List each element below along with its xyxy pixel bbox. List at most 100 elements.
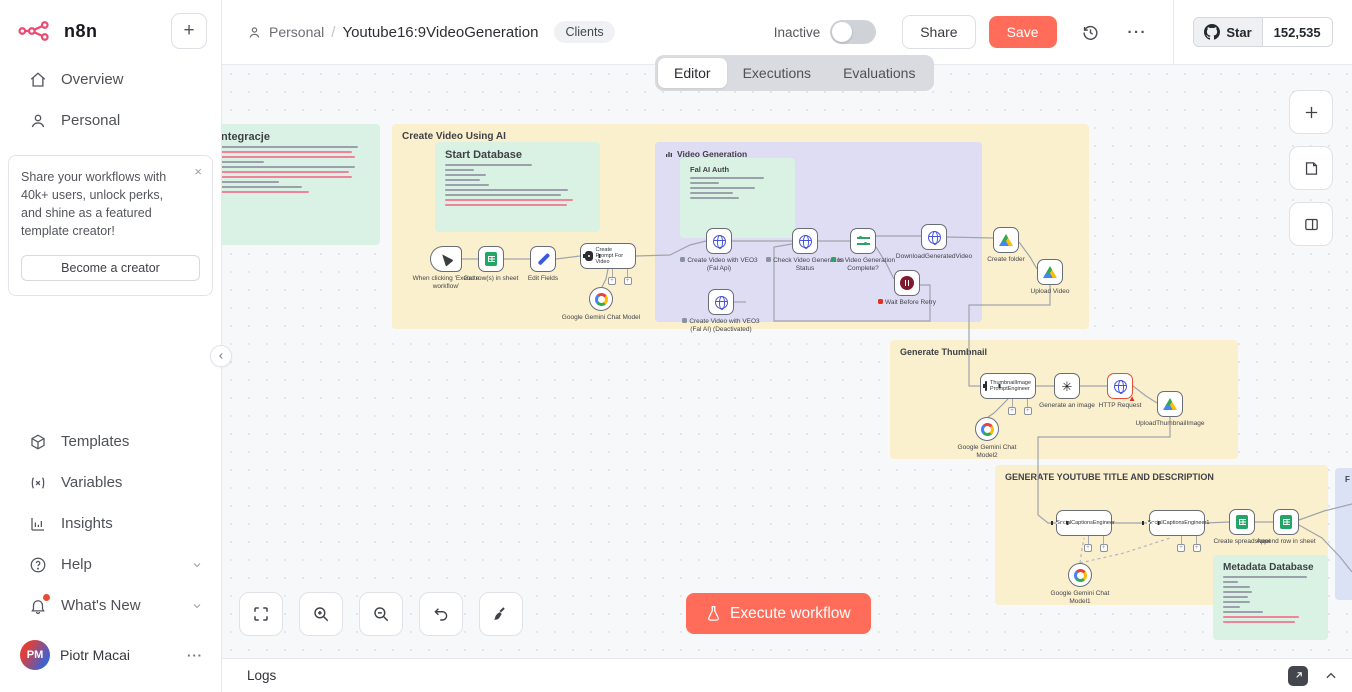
node-append-row[interactable] <box>1273 509 1299 535</box>
add-workflow-button[interactable]: + <box>171 13 207 49</box>
close-icon[interactable]: × <box>194 164 202 179</box>
node-create-prompt[interactable]: Create Prompt For Video <box>580 243 636 269</box>
sidebar-item-whats-new[interactable]: What's New <box>0 585 221 626</box>
logs-bar[interactable]: Logs <box>222 658 1352 692</box>
sub-endpoint-memory[interactable]: + <box>608 277 616 285</box>
node-upload-thumb[interactable] <box>1157 391 1183 417</box>
google-icon <box>595 293 608 306</box>
node-check-status[interactable] <box>792 228 818 254</box>
execute-workflow-button[interactable]: Execute workflow <box>686 593 871 634</box>
tidy-up-button[interactable] <box>479 592 523 636</box>
sub-endpoint-memory[interactable]: + <box>1008 407 1016 415</box>
sub-endpoint-memory[interactable]: + <box>1177 544 1185 552</box>
workflow-canvas[interactable]: Create Video Using AIVideo GenerationInt… <box>222 65 1352 658</box>
node-social-1[interactable]: SocialCaptionsEngineer <box>1056 510 1112 536</box>
sticky-note-text-line <box>690 177 764 179</box>
main-area: Personal / Youtube16:9VideoGeneration Cl… <box>222 0 1352 692</box>
node-wait-retry[interactable] <box>894 270 920 296</box>
sidebar-item-help[interactable]: Help <box>0 544 221 585</box>
user-menu-row[interactable]: PM Piotr Macai ··· <box>0 626 221 688</box>
node-gemini-3[interactable] <box>1068 563 1092 587</box>
sidebar-collapse-button[interactable] <box>210 345 232 367</box>
node-get-rows[interactable] <box>478 246 504 272</box>
sub-endpoint-tool[interactable]: + <box>1193 544 1201 552</box>
node-veo3-deactivated[interactable] <box>708 289 734 315</box>
expand-logs-icon[interactable] <box>1324 669 1338 683</box>
fit-view-button[interactable] <box>239 592 283 636</box>
github-star-wrap: Star 152,535 <box>1174 17 1352 47</box>
add-node-button[interactable] <box>1289 90 1333 134</box>
sub-endpoint-tool[interactable]: + <box>624 277 632 285</box>
sticky-note-text-line <box>690 182 719 184</box>
sticky-note-text-line <box>222 151 352 153</box>
node-create-spreadsheet[interactable] <box>1229 509 1255 535</box>
node-gemini-1[interactable] <box>589 287 613 311</box>
promo-text: Share your workflows with 40k+ users, un… <box>21 168 171 241</box>
sticky-note-text-line <box>1223 596 1248 598</box>
more-options-icon[interactable]: ··· <box>1128 24 1148 41</box>
history-icon[interactable] <box>1081 23 1100 42</box>
sub-endpoint-memory[interactable]: + <box>1084 544 1092 552</box>
node-http-request[interactable]: ▲ <box>1107 373 1133 399</box>
toggle-panel-button[interactable] <box>1289 202 1333 246</box>
n8n-logo[interactable]: n8n <box>18 20 98 42</box>
sticky-note-fal-ai-auth[interactable]: Fal AI Auth <box>680 158 795 238</box>
bell-icon <box>28 596 47 615</box>
node-edit-fields[interactable] <box>530 246 556 272</box>
node-create-folder[interactable] <box>993 227 1019 253</box>
globe-icon <box>715 296 728 309</box>
canvas-controls <box>239 592 523 636</box>
sticky-note-title: Create Video Using AI <box>402 131 1079 142</box>
sub-endpoint-tool[interactable]: + <box>1100 544 1108 552</box>
node-download-video[interactable] <box>921 224 947 250</box>
sidebar-item-overview[interactable]: Overview <box>0 59 221 100</box>
sidebar-logo-row: n8n + <box>0 0 221 59</box>
sticky-note-start-database[interactable]: Start Database <box>435 142 600 232</box>
zoom-out-button[interactable] <box>359 592 403 636</box>
sidebar-item-templates[interactable]: Templates <box>0 421 221 462</box>
drive-icon <box>1043 266 1057 278</box>
add-sticky-note-button[interactable] <box>1289 146 1333 190</box>
tab-editor[interactable]: Editor <box>658 58 727 88</box>
sidebar-item-label: Overview <box>61 71 124 88</box>
undo-button[interactable] <box>419 592 463 636</box>
home-icon <box>28 70 47 89</box>
node-social-2[interactable]: SocialCaptionsEngineer1 <box>1149 510 1205 536</box>
sub-endpoint-tool[interactable]: + <box>1024 407 1032 415</box>
avatar: PM <box>20 640 50 670</box>
active-toggle[interactable] <box>830 20 876 44</box>
sticky-note-text-line <box>1223 606 1240 608</box>
user-options-icon[interactable]: ··· <box>187 648 203 663</box>
sidebar-item-variables[interactable]: Variables <box>0 462 221 503</box>
sticky-note-generate-thumbnail[interactable]: Generate Thumbnail <box>890 340 1238 459</box>
share-button[interactable]: Share <box>902 15 975 49</box>
become-creator-button[interactable]: Become a creator <box>21 255 200 281</box>
sidebar-item-insights[interactable]: Insights <box>0 503 221 544</box>
sidebar-item-personal[interactable]: Personal <box>0 100 221 141</box>
node-thumb-prompt[interactable]: ThumbnailImage PromptEngineer <box>980 373 1036 399</box>
workflow-name[interactable]: Youtube16:9VideoGeneration <box>342 24 538 41</box>
sticky-note-integracje[interactable]: Integracje <box>222 124 380 245</box>
drive-icon <box>1163 398 1177 410</box>
zoom-in-button[interactable] <box>299 592 343 636</box>
save-button[interactable]: Save <box>989 16 1057 48</box>
node-upload-video[interactable] <box>1037 259 1063 285</box>
open-logs-popup-icon[interactable] <box>1288 666 1308 686</box>
node-veo3[interactable] <box>706 228 732 254</box>
google-icon <box>981 423 994 436</box>
sticky-note-text-line <box>445 189 568 191</box>
node-generate-image[interactable]: ✳ <box>1054 373 1080 399</box>
tab-evaluations[interactable]: Evaluations <box>827 58 931 88</box>
node-if-complete[interactable] <box>850 228 876 254</box>
sticky-note-partial-note[interactable]: F <box>1335 468 1352 600</box>
error-icon: ▲ <box>1128 395 1136 403</box>
breadcrumb-project[interactable]: Personal <box>269 24 324 40</box>
tab-executions[interactable]: Executions <box>727 58 827 88</box>
globe-icon <box>799 235 812 248</box>
node-trigger[interactable] <box>430 246 462 272</box>
node-gemini-2[interactable] <box>975 417 999 441</box>
sticky-note-title: Metadata Database <box>1223 562 1318 573</box>
github-star-button[interactable]: Star 152,535 <box>1193 17 1332 47</box>
clients-tag[interactable]: Clients <box>554 21 614 43</box>
sticky-note-metadata-database[interactable]: Metadata Database <box>1213 555 1328 640</box>
